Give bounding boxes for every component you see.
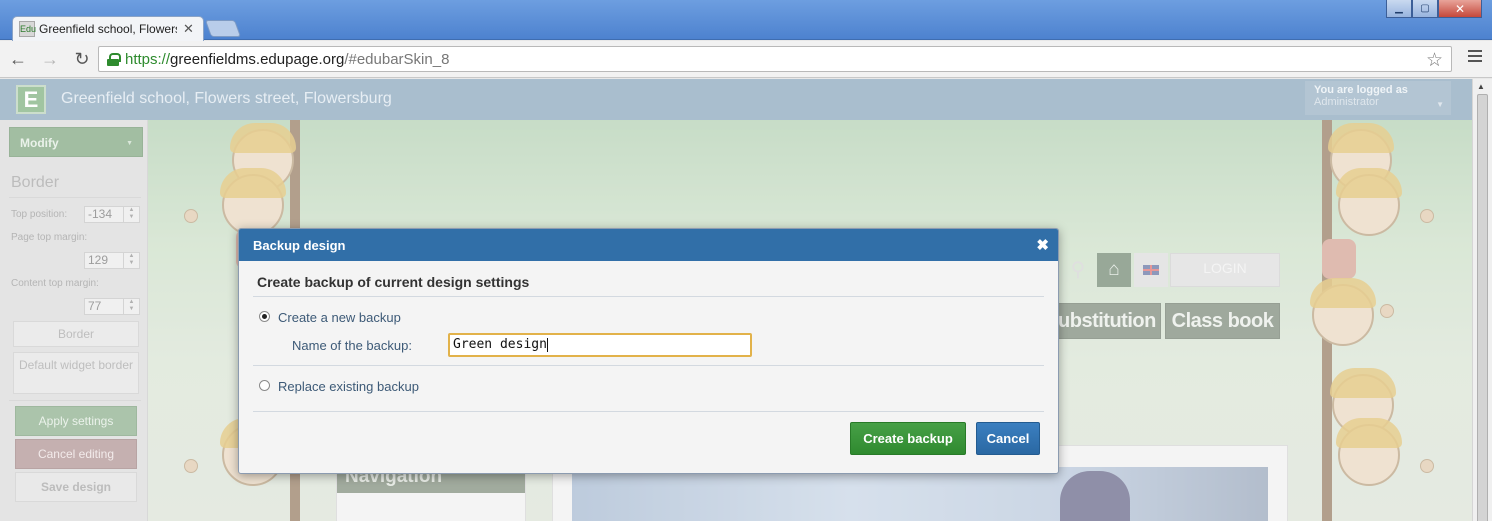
tab-title: Greenfield school, Flowers st	[39, 22, 177, 36]
create-backup-button[interactable]: Create backup	[850, 422, 966, 455]
url-path: /#edubarSkin_8	[344, 50, 450, 68]
scroll-up-arrow-icon[interactable]: ▲	[1477, 82, 1485, 91]
cancel-button[interactable]: Cancel	[976, 422, 1040, 455]
dialog-header: Backup design ✖	[239, 229, 1058, 261]
scroll-thumb[interactable]	[1477, 94, 1488, 521]
close-icon[interactable]: ✖	[1036, 236, 1049, 254]
edupage-favicon-icon: Edu	[19, 21, 36, 37]
radio-create-new[interactable]	[259, 311, 270, 322]
backup-design-dialog: Backup design ✖ Create backup of current…	[238, 228, 1059, 474]
backup-name-value: Green design	[453, 337, 547, 352]
radio-replace-existing[interactable]	[259, 380, 270, 391]
new-tab-button[interactable]	[204, 20, 242, 37]
radio-replace-existing-label[interactable]: Replace existing backup	[278, 379, 419, 394]
dialog-heading: Create backup of current design settings	[257, 274, 530, 290]
divider	[253, 411, 1044, 412]
browser-toolbar: ← → ↻ https:// greenfieldms.edupage.org …	[0, 41, 1492, 78]
text-caret	[546, 337, 548, 352]
minimize-icon[interactable]: ▁	[1386, 0, 1412, 18]
dialog-title: Backup design	[253, 238, 346, 253]
browser-titlebar: Edu Greenfield school, Flowers st ✕ ▁ ▢ …	[0, 0, 1492, 41]
address-bar[interactable]: https:// greenfieldms.edupage.org /#edub…	[98, 46, 1452, 72]
divider	[253, 365, 1044, 366]
maximize-icon[interactable]: ▢	[1412, 0, 1438, 18]
bookmark-star-icon[interactable]: ☆	[1426, 49, 1443, 72]
browser-menu-icon[interactable]	[1468, 50, 1482, 64]
forward-arrow-icon[interactable]: →	[36, 45, 64, 73]
lock-icon	[107, 52, 121, 66]
divider	[253, 296, 1044, 297]
page-scrollbar[interactable]: ▲	[1472, 79, 1492, 521]
tab-close-icon[interactable]: ✕	[183, 21, 194, 37]
url-host: greenfieldms.edupage.org	[170, 50, 345, 68]
backup-name-input[interactable]: Green design	[448, 333, 752, 357]
reload-icon[interactable]: ↻	[68, 45, 96, 73]
window-close-icon[interactable]: ✕	[1438, 0, 1482, 18]
url-scheme: https://	[125, 50, 171, 68]
browser-tab[interactable]: Edu Greenfield school, Flowers st ✕	[12, 16, 204, 41]
window-controls: ▁ ▢ ✕	[1386, 0, 1482, 18]
radio-create-new-label[interactable]: Create a new backup	[278, 310, 401, 325]
backup-name-label: Name of the backup:	[292, 338, 412, 353]
back-arrow-icon[interactable]: ←	[4, 45, 32, 73]
